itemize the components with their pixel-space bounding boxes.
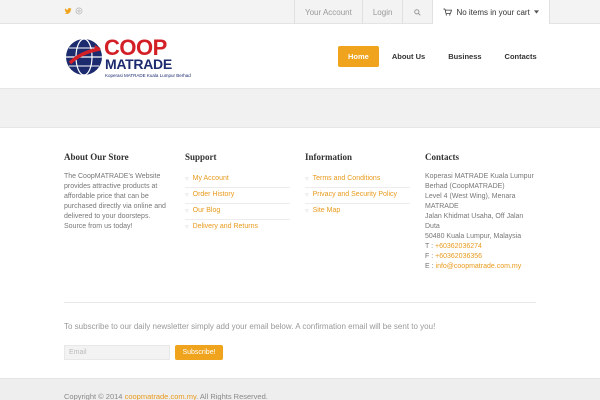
fax-link[interactable]: +60362036356	[435, 253, 482, 260]
copyright-prefix: Copyright © 2014	[64, 392, 123, 400]
content-band	[0, 88, 600, 128]
contact-address-4: 50480 Kuala Lumpur, Malaysia	[425, 233, 522, 240]
bullet-icon: ○	[305, 192, 309, 198]
nav-home[interactable]: Home	[338, 46, 379, 67]
info-link-sitemap[interactable]: Site Map	[313, 207, 341, 215]
email-link[interactable]: info@coopmatrade.com.my	[436, 263, 522, 270]
login-link[interactable]: Login	[361, 0, 403, 24]
nav-business[interactable]: Business	[438, 46, 491, 67]
fax-label: F :	[425, 253, 434, 260]
contacts-column: Contacts Koperasi MATRADE Kuala Lumpur B…	[425, 152, 537, 272]
logo-sub-text: MATRADE	[105, 56, 172, 72]
support-link-my-account[interactable]: My Account	[193, 175, 229, 183]
support-link-order-history[interactable]: Order History	[193, 191, 235, 199]
copyright-link[interactable]: coopmatrade.com.my	[125, 392, 197, 400]
bullet-icon: ○	[185, 208, 189, 214]
list-item: ○ Order History	[185, 188, 290, 204]
copyright: Copyright © 2014 coopmatrade.com.my. All…	[64, 392, 268, 400]
contact-address-2: Level 4 (West Wing), Menara MATRADE	[425, 193, 516, 210]
globe-logo-icon	[66, 38, 102, 76]
search-button[interactable]	[402, 0, 432, 24]
list-item: ○ Privacy and Security Policy	[305, 188, 410, 204]
list-item: ○ My Account	[185, 172, 290, 188]
info-link-privacy[interactable]: Privacy and Security Policy	[313, 191, 397, 199]
search-icon	[414, 8, 422, 16]
contact-address-3: Jalan Khidmat Usaha, Off Jalan Duta	[425, 213, 524, 230]
bullet-icon: ○	[185, 176, 189, 182]
contact-phone-row: T : +60362036274	[425, 242, 537, 252]
information-column: Information ○ Terms and Conditions ○ Priva…	[305, 152, 410, 219]
about-text: The CoopMATRADE's Website provides attra…	[64, 173, 166, 230]
bullet-icon: ○	[185, 224, 189, 230]
social-links	[64, 7, 83, 15]
main-nav: Home About Us Business Contacts	[338, 46, 550, 67]
email-label: E :	[425, 263, 434, 270]
nav-contacts[interactable]: Contacts	[495, 46, 547, 67]
about-column: About Our Store The CoopMATRADE's Websit…	[64, 152, 174, 232]
support-link-blog[interactable]: Our Blog	[193, 207, 221, 215]
email-icon[interactable]	[75, 7, 83, 15]
nav-about-us[interactable]: About Us	[382, 46, 435, 67]
contact-address-1: Koperasi MATRADE Kuala Lumpur Berhad (Co…	[425, 173, 534, 190]
logo[interactable]: COOP MATRADE Koperasi MATRADE Kuala Lump…	[64, 37, 191, 81]
bullet-icon: ○	[185, 192, 189, 198]
newsletter-text: To subscribe to our daily newsletter sim…	[64, 322, 436, 331]
header: COOP MATRADE Koperasi MATRADE Kuala Lump…	[0, 25, 600, 88]
support-link-delivery[interactable]: Delivery and Returns	[193, 223, 258, 231]
top-links: Your Account Login No items in your cart	[294, 0, 550, 24]
list-item: ○ Our Blog	[185, 204, 290, 220]
info-link-terms[interactable]: Terms and Conditions	[313, 175, 381, 183]
contacts-title: Contacts	[425, 152, 459, 162]
about-title: About Our Store	[64, 152, 129, 162]
top-bar: Your Account Login No items in your cart	[0, 0, 600, 24]
cart-icon	[443, 8, 453, 16]
divider	[64, 302, 536, 303]
contact-email-row: E : info@coopmatrade.com.my	[425, 262, 537, 272]
bullet-icon: ○	[305, 208, 309, 214]
subscribe-button[interactable]: Subscribe!	[175, 345, 223, 360]
phone-link[interactable]: +60362036274	[435, 243, 482, 250]
copyright-suffix: . All Rights Reserved.	[196, 392, 268, 400]
email-field[interactable]: Email	[64, 345, 170, 360]
bullet-icon: ○	[305, 176, 309, 182]
list-item: ○ Site Map	[305, 204, 410, 219]
information-title: Information	[305, 152, 352, 162]
chevron-down-icon	[533, 10, 539, 14]
twitter-icon[interactable]	[64, 7, 72, 15]
cart-dropdown[interactable]: No items in your cart	[432, 0, 550, 24]
list-item: ○ Terms and Conditions	[305, 172, 410, 188]
logo-tagline: Koperasi MATRADE Kuala Lumpur Berhad	[105, 73, 191, 78]
support-title: Support	[185, 152, 217, 162]
phone-label: T :	[425, 243, 434, 250]
cart-label: No items in your cart	[456, 7, 530, 17]
support-column: Support ○ My Account ○ Order History ○ Our …	[185, 152, 290, 235]
contact-fax-row: F : +60362036356	[425, 252, 537, 262]
list-item: ○ Delivery and Returns	[185, 220, 290, 235]
footer-bar: Copyright © 2014 coopmatrade.com.my. All…	[0, 378, 600, 400]
your-account-link[interactable]: Your Account	[294, 0, 362, 24]
